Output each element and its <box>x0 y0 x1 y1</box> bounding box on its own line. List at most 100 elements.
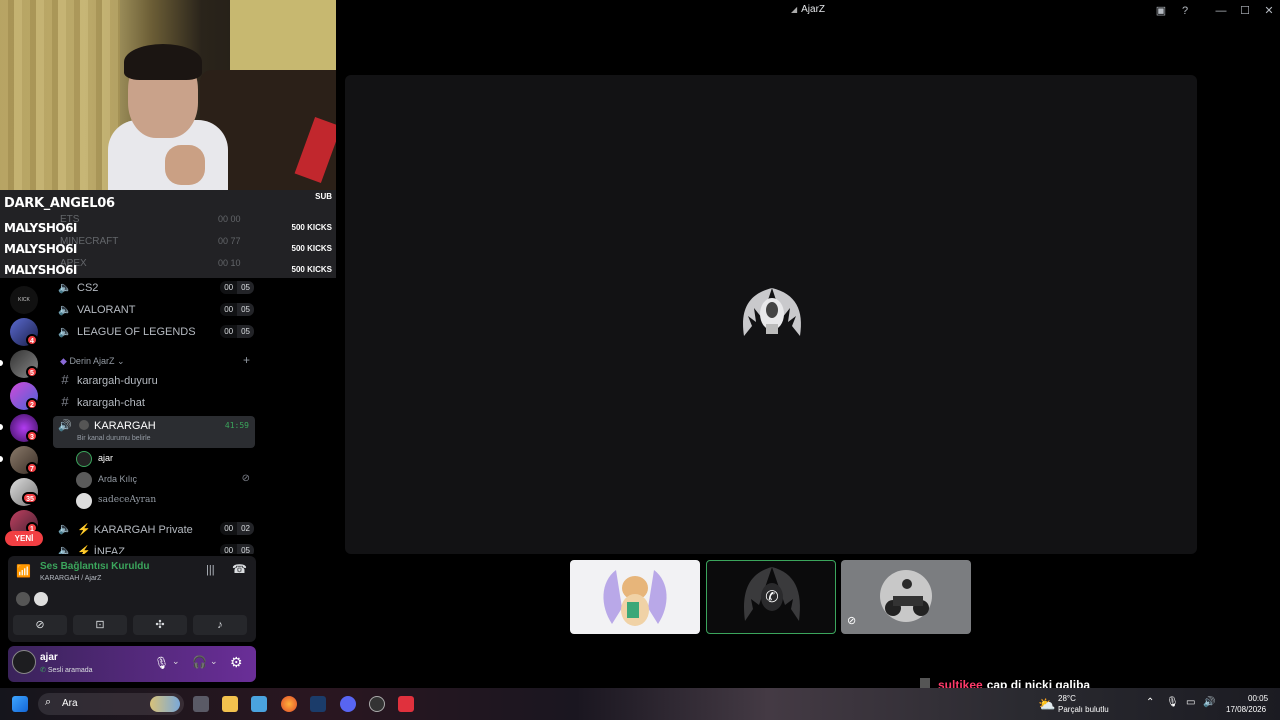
weather-desc[interactable]: Parçalı bulutlu <box>1058 705 1109 714</box>
webcam-overlay <box>0 0 336 190</box>
obs-icon[interactable] <box>369 696 385 712</box>
soundboard-button[interactable]: ♪ <box>193 615 247 635</box>
clock-time[interactable]: 00:05 <box>1248 694 1268 703</box>
noise-suppression-icon[interactable]: ||| <box>206 564 215 576</box>
member-avatar-small[interactable] <box>34 592 48 606</box>
username[interactable]: ajar <box>40 652 58 663</box>
channel-status-text[interactable]: Bir kanal durumu belirle <box>77 435 151 442</box>
channel-limit: 05 <box>237 303 254 316</box>
channel-status-icon <box>79 420 89 430</box>
category-icon: ◆ <box>60 356 67 366</box>
store-icon[interactable] <box>251 696 267 712</box>
search-icon: ⌕ <box>45 696 52 708</box>
camera-off-button[interactable]: ⊘ <box>13 615 67 635</box>
channel-count: 00 <box>220 544 238 554</box>
lightning-icon: ⚡ <box>77 524 91 536</box>
chevron-up-icon[interactable]: ⌃ <box>1146 697 1154 708</box>
channel-count: 00 <box>220 325 238 338</box>
channel-name: KARARGAH <box>94 420 156 432</box>
microphone-icon[interactable]: 🎙 <box>1166 697 1179 708</box>
member-name: sadeceAyran <box>98 495 157 505</box>
alert-row: MALYSHO6I 500 KICKS <box>0 218 336 238</box>
new-badge[interactable]: YENİ <box>5 531 43 546</box>
channel-count: 00 <box>220 522 238 535</box>
activities-button[interactable]: ✣ <box>133 615 187 635</box>
chat-badge-icon <box>920 678 930 688</box>
unread-badge: 7 <box>26 462 38 474</box>
voice-channel-lol[interactable]: 🔈 LEAGUE OF LEGENDS 00 05 <box>54 322 254 342</box>
discord-icon[interactable] <box>340 696 356 712</box>
headphones-icon[interactable]: 🎧 <box>192 655 207 669</box>
microphone-icon[interactable]: 🎙 <box>154 656 169 670</box>
weather-icon[interactable]: ⛅ <box>1038 696 1055 713</box>
voice-channel-valorant[interactable]: 🔈 VALORANT 00 05 <box>54 300 254 320</box>
file-explorer-icon[interactable] <box>222 696 238 712</box>
voice-connection-panel: 📶 Ses Bağlantısı Kuruldu KARARGAH / Ajar… <box>8 556 256 642</box>
close-button[interactable]: ✕ <box>1262 4 1276 18</box>
text-channel-chat[interactable]: # karargah-chat <box>54 393 254 413</box>
voice-member[interactable]: sadeceAyran <box>76 491 256 511</box>
alert-row: MALYSHO6I 500 KICKS <box>0 239 336 259</box>
channel-name: karargah-chat <box>77 397 145 409</box>
windows-start-icon[interactable] <box>12 696 28 712</box>
voice-status[interactable]: Ses Bağlantısı Kuruldu <box>40 561 149 572</box>
channel-count: 00 <box>220 281 238 294</box>
clock-date[interactable]: 17/08/2026 <box>1226 705 1266 714</box>
participant-tile-cat[interactable] <box>570 560 700 634</box>
channel-limit: 02 <box>237 522 254 535</box>
member-name: ajar <box>98 453 114 463</box>
streamer-name: DARK_ANGEL06 <box>4 196 115 211</box>
signal-icon[interactable]: 📶 <box>16 564 31 578</box>
inbox-icon[interactable]: ▣ <box>1154 4 1168 18</box>
gear-icon[interactable]: ⚙ <box>230 654 243 671</box>
app-icon[interactable] <box>398 696 414 712</box>
server-icon-kick[interactable]: KICK <box>10 286 38 314</box>
weather-temp[interactable]: 28°C <box>1058 694 1076 703</box>
alert-amount: 500 KICKS <box>291 223 332 232</box>
screen-share-button[interactable]: ⊡ <box>73 615 127 635</box>
voice-location[interactable]: KARARGAH / AjarZ <box>40 575 101 582</box>
chevron-down-icon: ⌄ <box>116 356 125 366</box>
phone-icon: ✆ <box>765 589 779 606</box>
channel-limit: 05 <box>237 281 254 294</box>
category-name: Derin AjarZ <box>69 356 115 366</box>
task-view-icon[interactable] <box>193 696 209 712</box>
category-header[interactable]: ◆ Derin AjarZ ⌄ <box>60 356 125 367</box>
member-avatar-small[interactable] <box>16 592 30 606</box>
add-channel-icon[interactable]: + <box>243 353 250 367</box>
voice-channel-cs2[interactable]: 🔈 CS2 00 05 <box>54 278 254 298</box>
avatar <box>76 472 92 488</box>
maximize-button[interactable]: ☐ <box>1238 4 1252 18</box>
disconnect-icon[interactable]: ☎ <box>232 562 247 576</box>
network-icon[interactable]: ▭ <box>1186 697 1195 708</box>
minimize-button[interactable]: — <box>1214 4 1228 18</box>
alert-name: MALYSHO6I <box>4 242 77 256</box>
steam-icon[interactable] <box>310 696 326 712</box>
avatar <box>76 451 92 467</box>
taskbar-search[interactable]: ⌕ Ara <box>38 693 184 715</box>
stream-alerts: SUB DARK_ANGEL06 ETS 00 00 MALYSHO6I 500… <box>0 190 336 278</box>
help-icon[interactable]: ? <box>1178 4 1192 18</box>
speaker-icon: 🔈 <box>58 545 72 554</box>
channel-limit: 05 <box>237 544 254 554</box>
speaker-icon: 🔈 <box>58 326 72 338</box>
channel-name: VALORANT <box>77 304 136 316</box>
text-channel-duyuru[interactable]: # karargah-duyuru <box>54 371 254 391</box>
voice-channel-infaz[interactable]: 🔈 ⚡ İNFAZ 00 05 <box>54 541 254 554</box>
firefox-icon[interactable] <box>281 696 297 712</box>
search-highlight-icon <box>150 696 180 712</box>
volume-icon[interactable]: 🔊 <box>1203 697 1215 708</box>
voice-channel-private[interactable]: 🔈 ⚡ KARARGAH Private 00 02 <box>54 519 254 539</box>
avatar[interactable] <box>12 650 36 674</box>
voice-member[interactable]: ajar <box>76 449 256 469</box>
user-status: Sesli aramada <box>47 667 93 674</box>
lightning-icon: ⚡ <box>77 546 91 554</box>
winged-skull-avatar <box>743 288 801 336</box>
search-placeholder: Ara <box>62 698 78 709</box>
chevron-down-icon[interactable]: ⌄ <box>172 656 180 667</box>
participant-tile-self[interactable]: ✆ <box>706 560 836 634</box>
active-voice-channel[interactable]: 🔊 KARARGAH 41:59 Bir kanal durumu belirl… <box>53 416 255 448</box>
participant-tile-moto[interactable]: ⊘ <box>841 560 971 634</box>
chevron-down-icon[interactable]: ⌄ <box>210 656 218 667</box>
voice-member[interactable]: Arda Kılıç ⊘ <box>76 470 256 490</box>
